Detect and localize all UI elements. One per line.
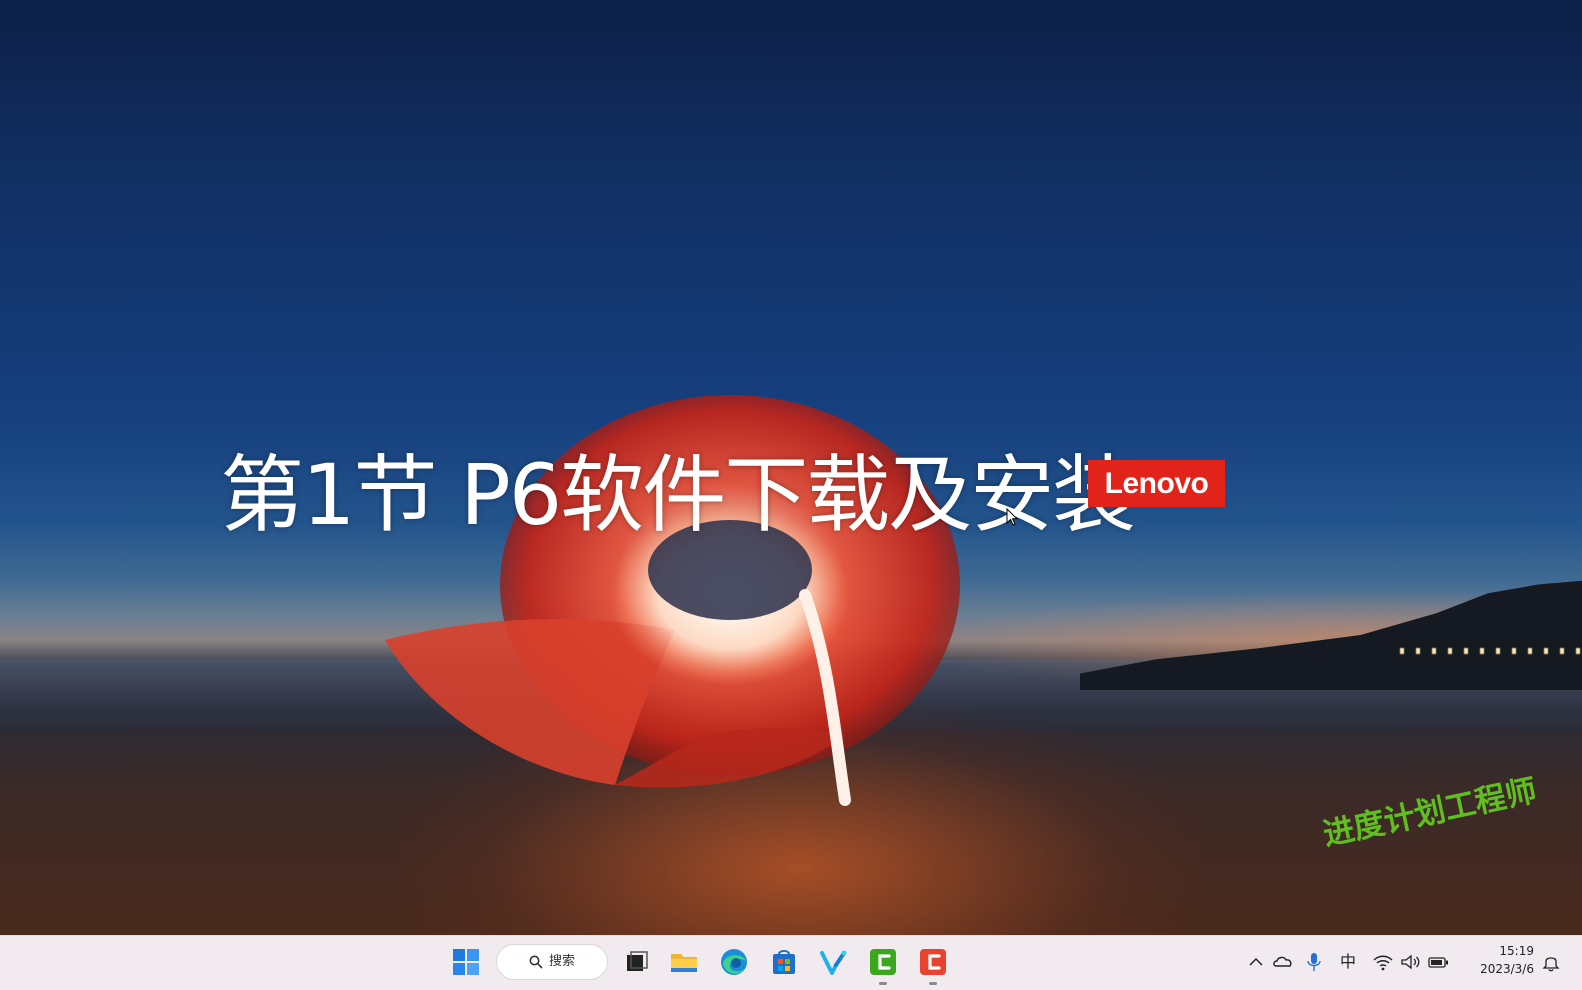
file-explorer-button[interactable] [664, 942, 704, 982]
microsoft-store-icon [773, 950, 795, 974]
mouse-cursor-icon [1006, 508, 1018, 526]
running-indicator [929, 982, 937, 985]
clock-date: 2023/3/6 [1480, 962, 1534, 976]
taskbar: 搜索 中 15:19 2023/3/6 [0, 935, 1582, 990]
chevron-up-icon[interactable] [1243, 950, 1269, 974]
app-green-c-button[interactable] [863, 942, 903, 985]
onedrive-icon[interactable] [1270, 950, 1296, 974]
microsoft-store-button[interactable] [764, 942, 804, 982]
app-red-c-icon [920, 949, 946, 975]
notification-bell-icon[interactable] [1538, 950, 1564, 974]
running-indicator [879, 982, 887, 985]
lenovo-logo: Lenovo [1088, 460, 1225, 507]
file-explorer-icon [671, 954, 697, 972]
search-label: 搜索 [549, 954, 576, 969]
edge-icon [721, 949, 747, 975]
watermark-text: 进度计划工程师 [1320, 772, 1540, 854]
search-icon [529, 955, 543, 969]
app-green-c-icon [870, 949, 896, 975]
task-view-button[interactable] [616, 942, 656, 982]
shore-lights [1400, 648, 1580, 654]
clock-time: 15:19 [1499, 944, 1534, 958]
start-button[interactable] [446, 942, 486, 982]
search-box[interactable]: 搜索 [496, 944, 608, 980]
desktop-wallpaper: 第1节 P6软件下载及安装 Lenovo 进度计划工程师 [0, 0, 1582, 935]
volume-icon[interactable] [1397, 950, 1423, 974]
task-view-icon [627, 951, 648, 971]
edge-button[interactable] [714, 942, 754, 982]
app-v-button[interactable] [813, 942, 853, 982]
windows-start-icon [453, 949, 479, 975]
wifi-icon[interactable] [1370, 950, 1396, 974]
slide-title: 第1节 P6软件下载及安装 [220, 446, 1136, 544]
ime-indicator[interactable]: 中 [1335, 950, 1361, 974]
app-v-icon [820, 950, 847, 975]
battery-icon[interactable] [1425, 950, 1451, 974]
microphone-icon[interactable] [1301, 950, 1327, 974]
clock[interactable]: 15:19 2023/3/6 [1462, 942, 1534, 984]
app-red-c-button[interactable] [913, 942, 953, 985]
